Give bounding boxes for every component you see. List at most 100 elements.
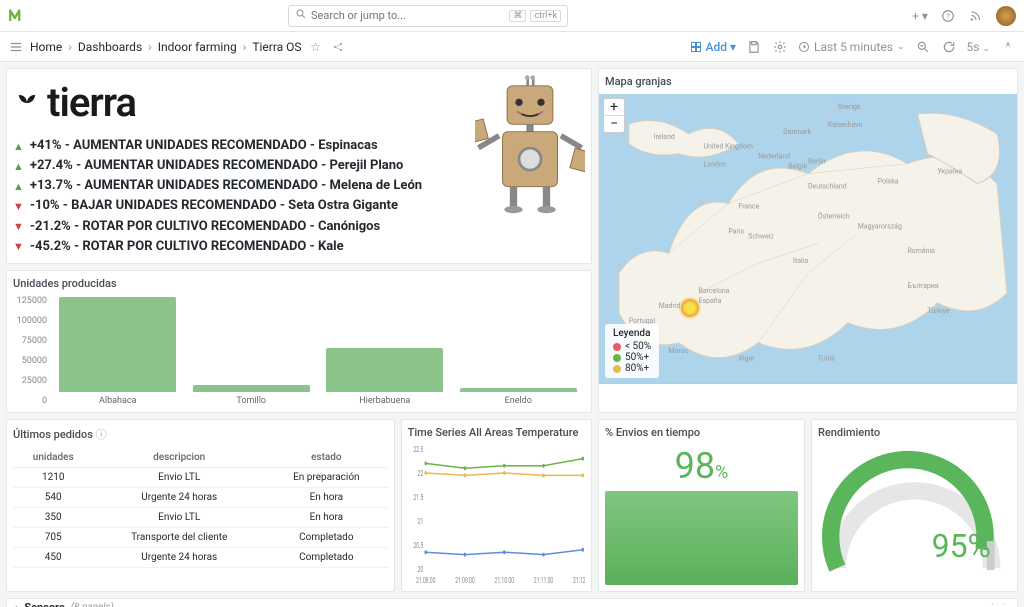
table-row[interactable]: 540Urgente 24 horasEn hora xyxy=(13,487,388,507)
arrow-up-icon: ▲ xyxy=(13,158,24,175)
svg-text:Madrid: Madrid xyxy=(659,302,681,310)
shipments-panel: % Envios en tiempo 98% xyxy=(598,419,805,592)
svg-text:Barcelona: Barcelona xyxy=(699,287,730,295)
units-produced-panel: Unidades producidas 12500010000075000500… xyxy=(6,270,592,413)
refresh-interval[interactable]: 5s ⌄ xyxy=(967,40,990,54)
ts-chart[interactable]: 22.52221.52120.52021:08:0021:09:0021:10:… xyxy=(408,445,585,585)
save-icon[interactable] xyxy=(746,39,762,55)
table-cell: 540 xyxy=(13,487,93,507)
bar-column[interactable]: Hierbabuena xyxy=(318,348,452,406)
menu-icon[interactable] xyxy=(8,39,24,55)
map-marker[interactable] xyxy=(681,299,699,317)
recommendation-text: -10% - BAJAR UNIDADES RECOMENDADO - Seta… xyxy=(30,196,398,216)
svg-text:Polska: Polska xyxy=(878,178,899,186)
svg-text:Italia: Italia xyxy=(793,257,808,265)
user-avatar[interactable] xyxy=(996,6,1016,26)
global-search[interactable]: ⌘ ctrl+k xyxy=(288,5,568,27)
orders-title: Últimos pedidos ⓘ xyxy=(13,426,388,442)
map-title: Mapa granjas xyxy=(599,69,1017,94)
svg-text:France: France xyxy=(738,202,759,210)
timeseries-panel: Time Series All Areas Temperature 22.522… xyxy=(401,419,592,592)
info-icon[interactable]: ⓘ xyxy=(96,428,107,441)
drag-handle-icon[interactable]: ⋮⋮ xyxy=(987,601,1009,607)
recommendation-item: ▼-10% - BAJAR UNIDADES RECOMENDADO - Set… xyxy=(13,196,422,216)
recommendation-item: ▲+41% - AUMENTAR UNIDADES RECOMENDADO - … xyxy=(13,136,422,156)
table-row[interactable]: 350Envio LTLEn hora xyxy=(13,507,388,527)
svg-text:21: 21 xyxy=(417,517,423,527)
orders-panel: Últimos pedidos ⓘ unidadesdescripcionest… xyxy=(6,419,395,592)
grafana-logo-icon[interactable] xyxy=(8,6,28,26)
time-range-picker[interactable]: Last 5 minutes ⌄ xyxy=(798,40,905,54)
svg-text:Danmark: Danmark xyxy=(783,128,811,136)
gear-icon[interactable] xyxy=(772,39,788,55)
bar-column[interactable]: Tomillo xyxy=(185,385,319,405)
kiosk-chevron-icon[interactable]: ^ xyxy=(1000,39,1016,55)
svg-text:21:09:00: 21:09:00 xyxy=(455,576,475,585)
star-icon[interactable]: ☆ xyxy=(308,39,324,55)
add-panel-button[interactable]: Add ▾ xyxy=(690,40,736,54)
breadcrumb-bar: Home› Dashboards› Indoor farming› Tierra… xyxy=(0,32,1024,62)
table-row[interactable]: 705Transporte del clienteCompletado xyxy=(13,527,388,547)
legend-dot-icon xyxy=(613,365,621,373)
map-viewport[interactable]: IrelandUnited Kingdom FranceEspaña Portu… xyxy=(599,94,1017,384)
svg-text:Tunis: Tunis xyxy=(818,355,835,363)
units-bar-chart[interactable]: 1250001000007500050000250000 AlbahacaTom… xyxy=(13,296,585,406)
svg-text:Maroc: Maroc xyxy=(669,347,689,355)
units-title: Unidades producidas xyxy=(13,277,585,290)
kbd-hint-ctrlk: ctrl+k xyxy=(530,10,561,22)
bar xyxy=(59,297,176,391)
bar-column[interactable]: Albahaca xyxy=(51,297,185,405)
table-row[interactable]: 450Urgente 24 horasCompletado xyxy=(13,547,388,567)
chevron-right-icon: › xyxy=(15,601,18,607)
table-header: unidades xyxy=(13,448,93,468)
bc-current[interactable]: Tierra OS xyxy=(252,40,301,54)
arrow-down-icon: ▼ xyxy=(13,238,24,255)
table-cell: 1210 xyxy=(13,467,93,487)
svg-text:London: London xyxy=(703,161,726,169)
svg-text:22.5: 22.5 xyxy=(413,445,423,454)
svg-text:Ireland: Ireland xyxy=(654,133,675,141)
legend-label: < 50% xyxy=(625,341,651,352)
brand-name: tierra xyxy=(47,79,136,126)
recommendation-text: +27.4% - AUMENTAR UNIDADES RECOMENDADO -… xyxy=(30,156,403,176)
legend-item: < 50% xyxy=(613,341,651,352)
bar xyxy=(460,388,577,392)
map-zoom-in[interactable]: + xyxy=(604,99,624,116)
table-row[interactable]: 1210Envio LTLEn preparación xyxy=(13,467,388,487)
share-icon[interactable] xyxy=(330,39,346,55)
help-icon[interactable]: ? xyxy=(940,8,956,24)
dashboard-grid: tierra ▲+41% - AUMENTAR UNIDADES RECOMEN… xyxy=(0,62,1024,607)
bc-dashboards[interactable]: Dashboards xyxy=(78,40,142,54)
plus-icon[interactable]: + ▾ xyxy=(912,8,928,24)
svg-text:Alger: Alger xyxy=(738,355,755,363)
svg-text:Berlin: Berlin xyxy=(808,158,826,166)
brand-panel: tierra ▲+41% - AUMENTAR UNIDADES RECOMEN… xyxy=(6,68,592,264)
bar-label: Eneldo xyxy=(505,396,532,406)
table-cell: 350 xyxy=(13,507,93,527)
bc-home[interactable]: Home xyxy=(30,40,62,54)
table-cell: En hora xyxy=(265,487,388,507)
toolbar-actions: Add ▾ Last 5 minutes ⌄ 5s ⌄ ^ xyxy=(690,39,1016,55)
table-cell: En preparación xyxy=(265,467,388,487)
table-header: estado xyxy=(265,448,388,468)
map-zoom-out[interactable]: − xyxy=(604,116,624,132)
row-sensors[interactable]: › Sensors (8 panels) ⋮⋮ xyxy=(6,598,1018,607)
bc-indoor[interactable]: Indoor farming xyxy=(158,40,237,54)
table-cell: 705 xyxy=(13,527,93,547)
map-zoom-controls: + − xyxy=(603,98,625,133)
recommendations-list: ▲+41% - AUMENTAR UNIDADES RECOMENDADO - … xyxy=(13,136,422,257)
bar-yaxis: 1250001000007500050000250000 xyxy=(13,296,47,406)
recommendation-text: -21.2% - ROTAR POR CULTIVO RECOMENDADO -… xyxy=(30,217,380,237)
kpi-row: % Envios en tiempo 98% Rendimiento 95% xyxy=(598,419,1018,592)
ship-value: 98% xyxy=(605,445,798,487)
zoom-out-icon[interactable] xyxy=(915,39,931,55)
search-input[interactable] xyxy=(311,9,505,22)
ts-title: Time Series All Areas Temperature xyxy=(408,426,585,439)
yield-value: 95% xyxy=(932,527,991,565)
table-cell: Urgente 24 horas xyxy=(93,547,265,567)
news-icon[interactable] xyxy=(968,8,984,24)
orders-table: unidadesdescripcionestado 1210Envio LTLE… xyxy=(13,448,388,568)
bar-column[interactable]: Eneldo xyxy=(452,388,586,406)
refresh-icon[interactable] xyxy=(941,39,957,55)
arrow-down-icon: ▼ xyxy=(13,218,24,235)
